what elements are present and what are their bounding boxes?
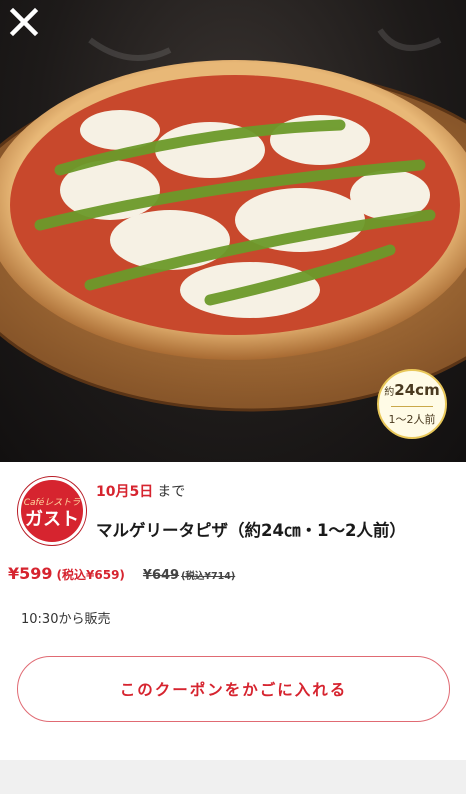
brand-name: ガスト [25, 509, 79, 529]
add-coupon-to-cart-button[interactable]: このクーポンをかごに入れる [17, 656, 450, 722]
deadline: 10月5日 まで [96, 481, 185, 501]
deadline-suffix: まで [157, 484, 186, 500]
price-current-tax: (税込¥659) [56, 568, 125, 582]
size-value: 24cm [394, 381, 440, 399]
size-prefix: 約 [384, 387, 395, 398]
add-coupon-label: このクーポンをかごに入れる [119, 681, 348, 699]
brand-logo: Caféレストラン ガスト [18, 477, 86, 545]
close-icon [9, 7, 39, 37]
hero-image: 約24cm 1〜2人前 [0, 0, 466, 462]
price-original-tax: (税込¥714) [181, 571, 236, 582]
price-original: ¥649 [142, 568, 180, 583]
footer-strip [0, 760, 466, 794]
servings-label: 1〜2人前 [388, 413, 436, 426]
product-name: マルゲリータピザ（約24㎝・1〜2人前） [96, 521, 406, 540]
close-button[interactable] [8, 6, 48, 46]
deadline-date: 10月5日 [96, 484, 154, 500]
price-row: ¥599 (税込¥659) ¥649 (税込¥714) [8, 564, 235, 583]
size-badge: 約24cm 1〜2人前 [377, 369, 447, 439]
sale-time: 10:30から販売 [21, 612, 111, 627]
price-current: ¥599 [8, 564, 53, 583]
